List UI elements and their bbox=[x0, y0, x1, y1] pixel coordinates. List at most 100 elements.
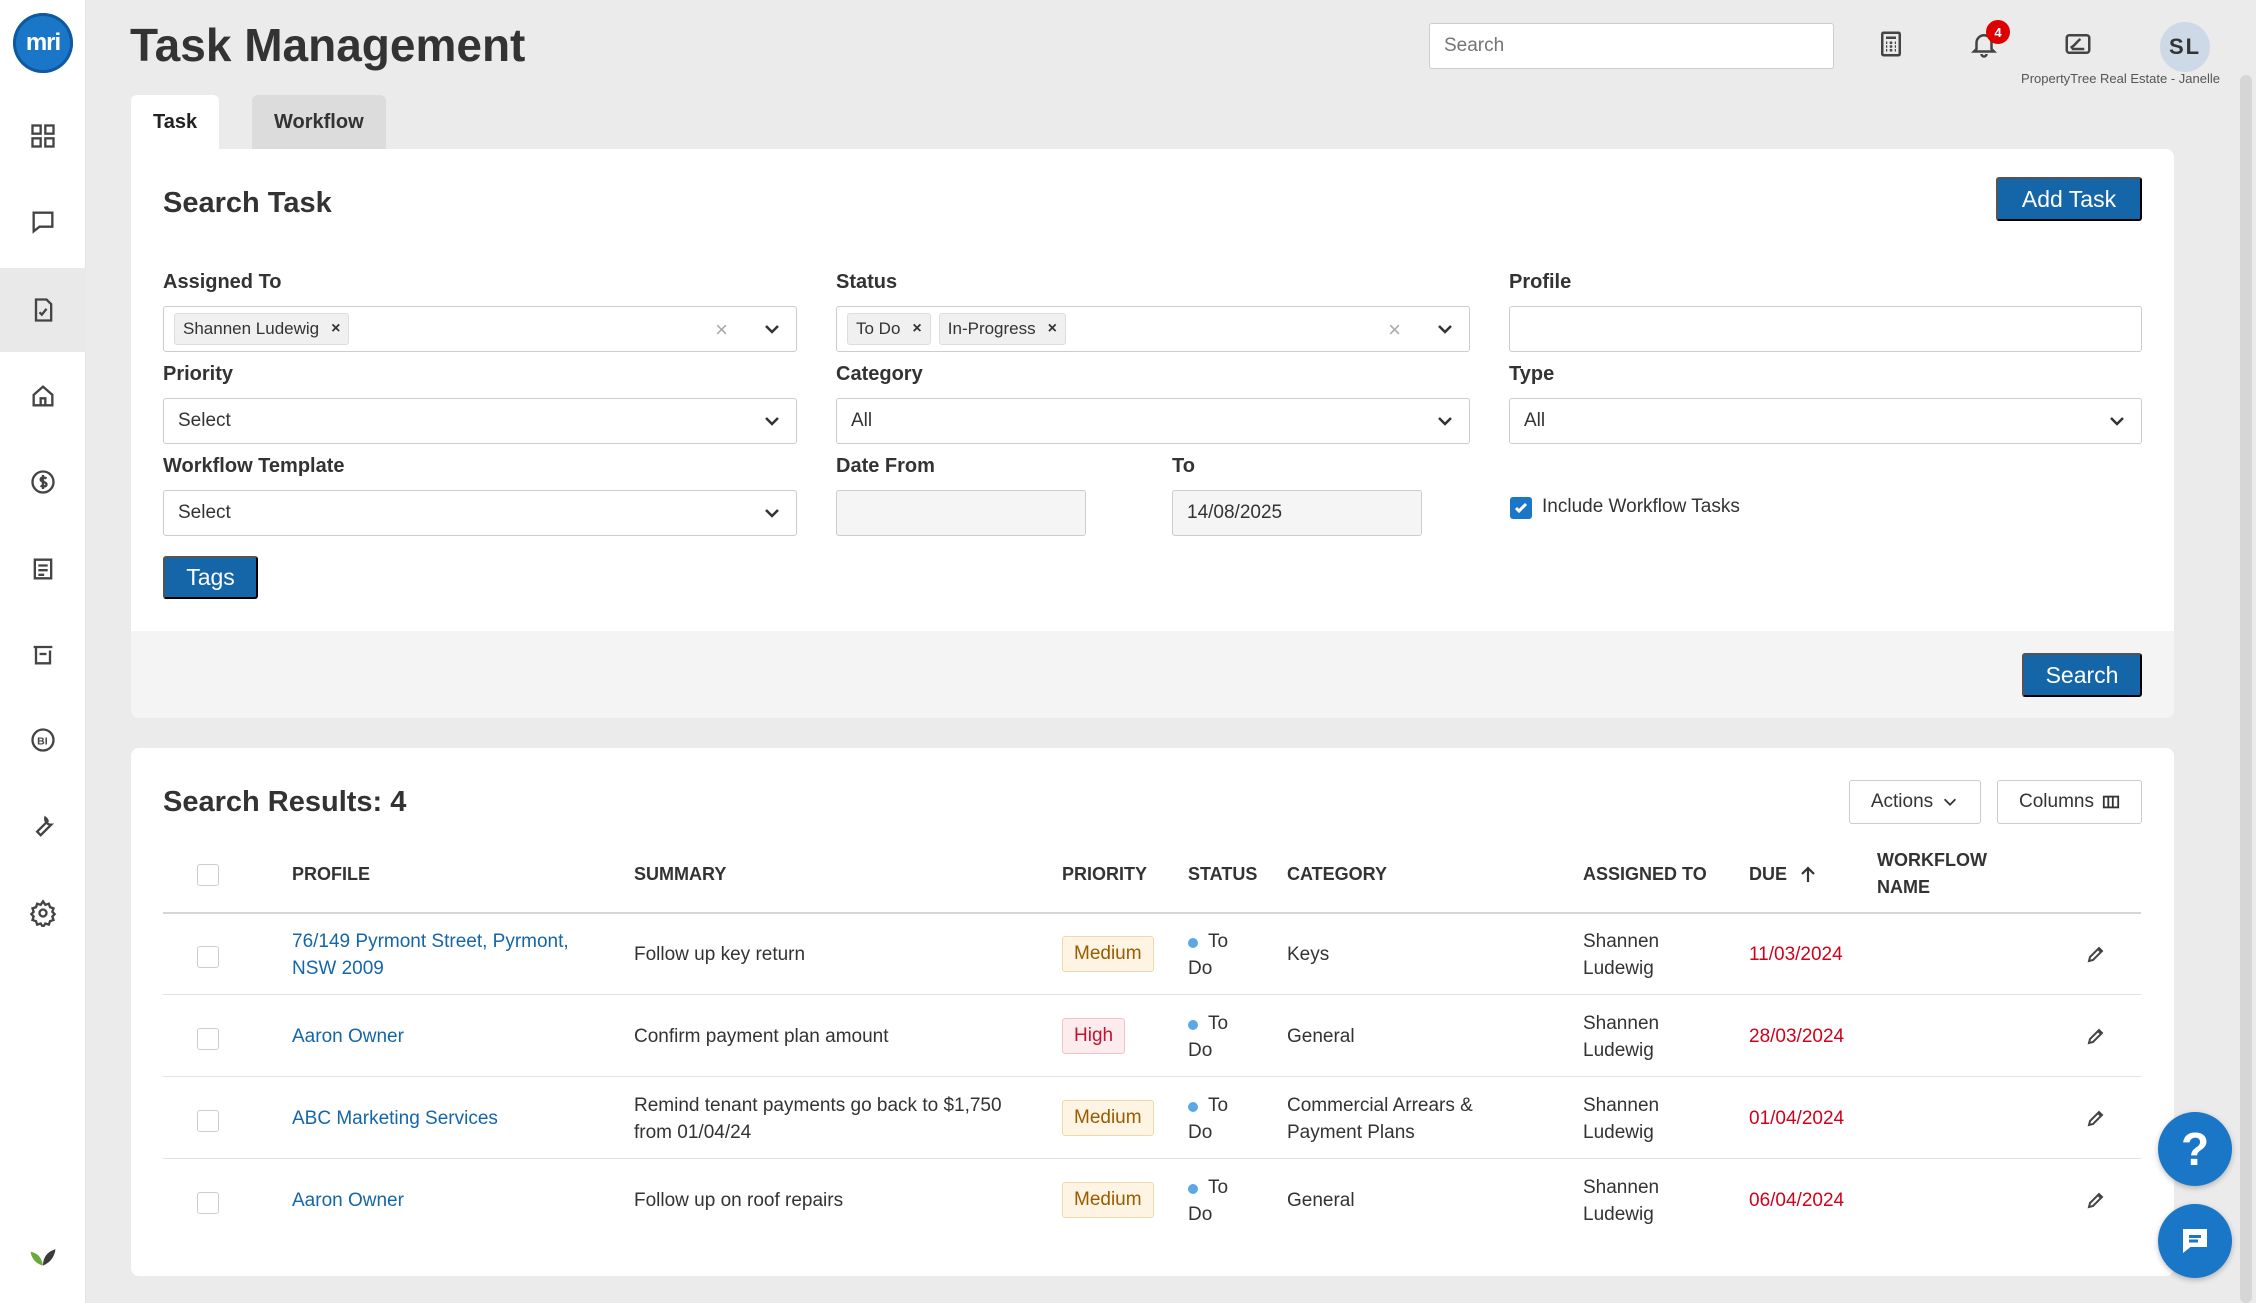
edit-icon[interactable] bbox=[2086, 1190, 2106, 1210]
status-dot bbox=[1188, 1020, 1198, 1030]
edit-note-button[interactable] bbox=[2058, 24, 2098, 64]
chip-remove-icon[interactable]: × bbox=[912, 320, 921, 338]
calculator-button[interactable] bbox=[1871, 24, 1911, 64]
inspections-icon bbox=[33, 645, 53, 665]
sidebar-item-tools[interactable] bbox=[0, 785, 86, 869]
assigned-line1: Shannen bbox=[1583, 1013, 1660, 1034]
status-label: Status bbox=[836, 271, 898, 293]
type-value: All bbox=[1524, 410, 1546, 431]
chevron-down-icon[interactable] bbox=[762, 319, 782, 339]
col-header-workflow-name[interactable]: WORKFLOW NAME bbox=[1877, 847, 1987, 901]
edit-icon[interactable] bbox=[2086, 1108, 2106, 1128]
row-status: To Do bbox=[1188, 1174, 1258, 1228]
tags-button[interactable]: Tags bbox=[163, 556, 258, 599]
row-checkbox[interactable] bbox=[197, 946, 219, 968]
status-line2: Do bbox=[1188, 1204, 1213, 1225]
page-title: Task Management bbox=[130, 19, 526, 71]
help-icon: ? bbox=[2180, 1123, 2210, 1175]
assigned-to-select[interactable]: Shannen Ludewig × × bbox=[163, 306, 797, 352]
row-profile-link[interactable]: Aaron Owner bbox=[292, 1023, 404, 1050]
col-header-profile[interactable]: PROFILE bbox=[292, 861, 370, 888]
sidebar: mri BI bbox=[0, 0, 86, 1303]
col-header-due[interactable]: DUE bbox=[1749, 861, 1787, 888]
sidebar-item-finance[interactable] bbox=[0, 440, 86, 524]
row-category: General bbox=[1287, 1026, 1355, 1047]
row-assigned: Shannen Ludewig bbox=[1583, 1010, 1659, 1064]
tab-workflow[interactable]: Workflow bbox=[252, 95, 386, 149]
chat-button[interactable] bbox=[2158, 1204, 2232, 1278]
row-profile-link[interactable]: ABC Marketing Services bbox=[292, 1105, 498, 1132]
chevron-down-icon[interactable] bbox=[2107, 411, 2127, 431]
sidebar-item-settings[interactable] bbox=[0, 871, 86, 955]
row-summary: Follow up on roof repairs bbox=[634, 1190, 844, 1211]
page-scrollbar[interactable] bbox=[2240, 75, 2252, 1303]
status-select[interactable]: To Do × In-Progress × × bbox=[836, 306, 1470, 352]
date-from-input[interactable] bbox=[836, 490, 1086, 536]
sidebar-item-dashboard[interactable] bbox=[0, 94, 86, 178]
sidebar-item-documents[interactable] bbox=[0, 527, 86, 611]
search-button[interactable]: Search bbox=[2022, 653, 2142, 697]
notifications-button[interactable]: 4 bbox=[1964, 20, 2010, 64]
include-workflow-checkbox[interactable] bbox=[1510, 497, 1532, 519]
signature-icon bbox=[2065, 34, 2091, 54]
assigned-to-label: Assigned To bbox=[163, 271, 282, 293]
type-select[interactable]: All bbox=[1509, 398, 2142, 444]
row-checkbox[interactable] bbox=[197, 1192, 219, 1214]
row-checkbox[interactable] bbox=[197, 1110, 219, 1132]
assigned-line1: Shannen bbox=[1583, 931, 1660, 952]
global-search-input[interactable] bbox=[1429, 23, 1834, 69]
select-all-checkbox[interactable] bbox=[197, 864, 219, 886]
help-button[interactable]: ? bbox=[2158, 1112, 2232, 1186]
chip-remove-icon[interactable]: × bbox=[1048, 320, 1057, 338]
col-header-category[interactable]: CATEGORY bbox=[1287, 861, 1387, 888]
columns-button[interactable]: Columns bbox=[1997, 780, 2142, 824]
sidebar-item-inspections[interactable] bbox=[0, 612, 86, 696]
status-line2: Do bbox=[1188, 1040, 1213, 1061]
chevron-down-icon[interactable] bbox=[1435, 411, 1455, 431]
row-checkbox[interactable] bbox=[197, 1028, 219, 1050]
priority-label: Priority bbox=[163, 363, 234, 385]
mri-logo[interactable]: mri bbox=[13, 13, 73, 73]
chat-icon bbox=[2183, 1229, 2207, 1253]
messages-icon bbox=[32, 211, 54, 234]
search-task-title: Search Task bbox=[163, 187, 332, 219]
profile-input[interactable] bbox=[1509, 306, 2142, 352]
user-avatar[interactable]: SL bbox=[2160, 22, 2210, 72]
chevron-down-icon[interactable] bbox=[762, 411, 782, 431]
add-task-button[interactable]: Add Task bbox=[1996, 177, 2142, 221]
sort-ascending-icon[interactable] bbox=[1798, 865, 1818, 885]
assigned-line1: Shannen bbox=[1583, 1095, 1660, 1116]
actions-button[interactable]: Actions bbox=[1849, 780, 1981, 824]
sidebar-item-messages[interactable] bbox=[0, 180, 86, 264]
col-header-assigned-to[interactable]: ASSIGNED TO bbox=[1583, 861, 1707, 888]
date-to-input[interactable]: 14/08/2025 bbox=[1172, 490, 1422, 536]
row-profile-link[interactable]: Aaron Owner bbox=[292, 1187, 404, 1214]
clear-icon[interactable]: × bbox=[715, 317, 728, 343]
sidebar-item-bi[interactable]: BI bbox=[0, 698, 86, 782]
dashboard-icon bbox=[31, 124, 55, 148]
type-label: Type bbox=[1509, 363, 1555, 385]
sidebar-item-property[interactable] bbox=[0, 354, 86, 438]
col-header-status[interactable]: STATUS bbox=[1188, 861, 1257, 888]
chevron-down-icon[interactable] bbox=[762, 503, 782, 523]
category-select[interactable]: All bbox=[836, 398, 1470, 444]
row-assigned: Shannen Ludewig bbox=[1583, 928, 1659, 982]
category-line1: Commercial Arrears & bbox=[1287, 1095, 1473, 1116]
property-icon bbox=[32, 385, 54, 407]
workflow-header-line2: NAME bbox=[1877, 877, 1930, 897]
workflow-template-select[interactable]: Select bbox=[163, 490, 797, 536]
chip-remove-icon[interactable]: × bbox=[331, 320, 340, 338]
row-profile-link[interactable]: 76/149 Pyrmont Street, Pyrmont, NSW 2009 bbox=[292, 928, 569, 982]
priority-select[interactable]: Select bbox=[163, 398, 797, 444]
row-category: Commercial Arrears & Payment Plans bbox=[1287, 1092, 1473, 1146]
search-panel-footer: Search bbox=[131, 631, 2174, 718]
col-header-priority[interactable]: PRIORITY bbox=[1062, 861, 1147, 888]
row-assigned: Shannen Ludewig bbox=[1583, 1174, 1659, 1228]
edit-icon[interactable] bbox=[2086, 1026, 2106, 1046]
sidebar-item-tasks[interactable] bbox=[0, 268, 86, 352]
edit-icon[interactable] bbox=[2086, 944, 2106, 964]
chevron-down-icon[interactable] bbox=[1435, 319, 1455, 339]
clear-icon[interactable]: × bbox=[1388, 317, 1401, 343]
tab-task[interactable]: Task bbox=[131, 95, 220, 149]
col-header-summary[interactable]: SUMMARY bbox=[634, 861, 726, 888]
